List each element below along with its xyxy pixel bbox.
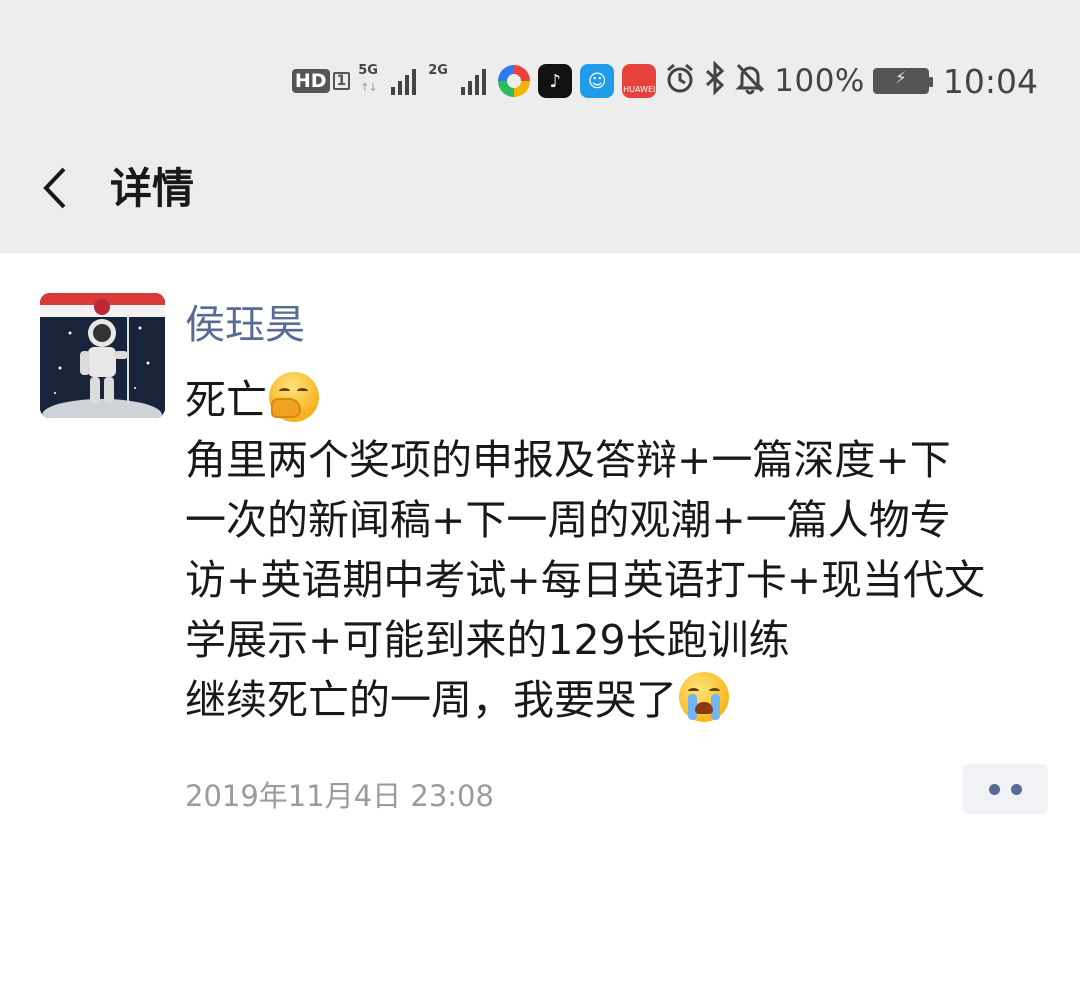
post-line: 访+英语期中考试+每日英语打卡+现当代文 <box>185 556 986 604</box>
post-line: 一次的新闻稿+下一周的观潮+一篇人物专 <box>185 496 951 544</box>
page-title: 详情 <box>110 164 195 213</box>
back-button[interactable] <box>36 163 76 213</box>
battery-charging-icon: ⚡ <box>872 68 933 94</box>
status-time: 10:04 <box>942 61 1038 101</box>
signal-2g-icon: 2G <box>428 61 490 101</box>
chevron-left-icon <box>43 167 66 209</box>
post-line: 死亡 <box>185 370 1065 430</box>
battery-percent: 100% <box>774 63 865 99</box>
tiktok-app-icon: ♪ <box>538 64 573 98</box>
top-bar: HD 1 5G ↑↓ 2G ♪ ☺ HUAWEI 100% ⚡ 10:04 详情 <box>0 0 1080 253</box>
alarm-icon <box>664 62 696 100</box>
signal-5g-icon: 5G ↑↓ <box>358 61 420 101</box>
hd-label: HD <box>291 69 330 93</box>
colorful-circle-app-icon <box>498 65 531 97</box>
post-line: 角里两个奖项的申报及答辩+一篇深度+下 <box>185 436 951 484</box>
signal-2g-label: 2G <box>428 63 448 78</box>
post-line: 学展示+可能到来的129长跑训练 <box>185 616 790 664</box>
status-bar: HD 1 5G ↑↓ 2G ♪ ☺ HUAWEI 100% ⚡ 10:04 <box>291 56 1038 106</box>
more-dot-icon <box>989 783 1000 795</box>
more-actions-button[interactable] <box>963 764 1048 814</box>
post-line: 继续死亡的一周，我要哭了 <box>185 670 1065 730</box>
hd-voice-indicator: HD 1 <box>291 69 351 93</box>
astronaut-avatar-image <box>40 293 165 418</box>
signal-5g-label: 5G <box>358 63 378 78</box>
post-timestamp: 2019年11月4日 23:08 <box>185 779 494 813</box>
post-line-text: 死亡 <box>185 376 267 424</box>
blue-app-icon: ☺ <box>580 64 615 98</box>
huawei-appgallery-icon: HUAWEI <box>622 64 657 98</box>
loudly-crying-emoji-icon <box>679 672 729 722</box>
bell-off-icon <box>734 61 766 101</box>
post-line-text: 继续死亡的一周，我要哭了 <box>185 676 677 724</box>
bluetooth-icon <box>704 60 726 101</box>
sim-number: 1 <box>332 72 351 90</box>
post-content: 死亡 角里两个奖项的申报及答辩+一篇深度+下 一次的新闻稿+下一周的观潮+一篇人… <box>185 370 1065 730</box>
data-arrows-icon: ↑↓ <box>360 81 377 94</box>
avatar[interactable] <box>40 293 165 418</box>
author-name-link[interactable]: 侯珏昊 <box>185 298 305 352</box>
more-dot-icon <box>1011 783 1022 795</box>
facepalm-emoji-icon <box>269 372 319 422</box>
